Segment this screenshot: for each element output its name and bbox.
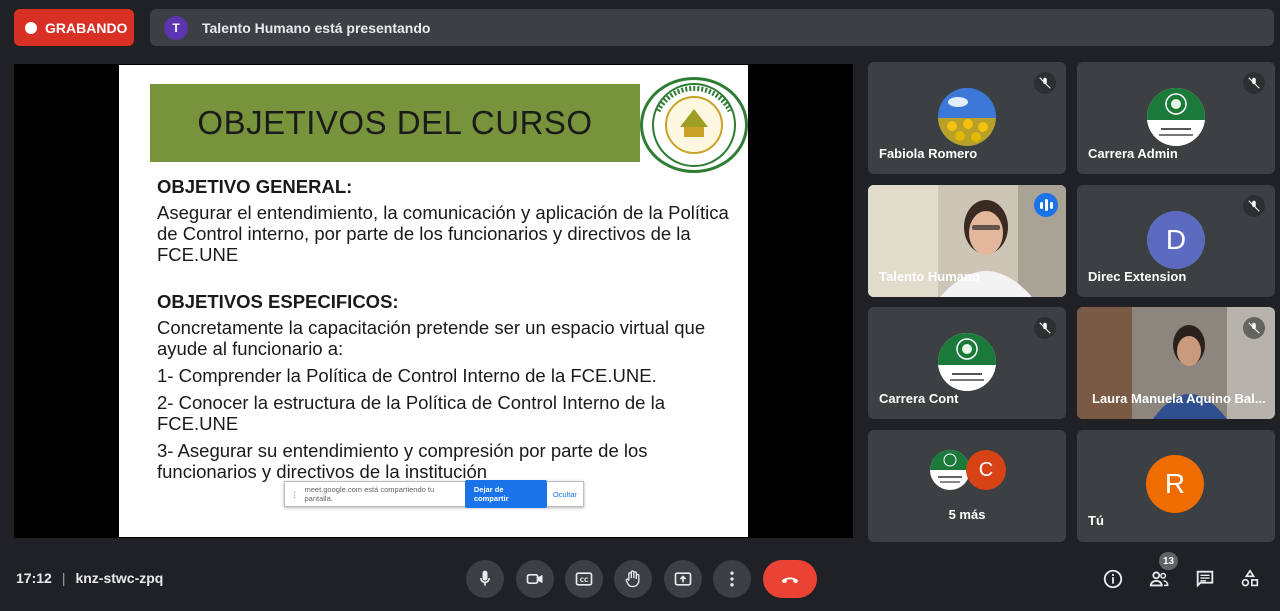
more-options-button[interactable] [713,560,751,598]
sunflower-photo-icon [938,88,996,146]
objective-item: 3- Asegurar su entendimiento y compresió… [157,440,648,482]
captions-icon: CC [575,572,593,586]
separator: | [61,570,66,586]
hide-notice-button[interactable]: Ocultar [553,490,577,499]
avatar: D [1147,211,1205,269]
participant-name: Carrera Admin [1088,146,1178,161]
avatar [930,450,970,490]
avatar [938,88,996,146]
participant-name: Laura Manuela Aquino Bal... [1092,391,1266,406]
objective-item: 2- Conocer la estructura de la Política … [157,392,666,434]
self-tile[interactable]: R Tú [1077,430,1275,542]
specific-objectives-intro: Concretamente la capacitación pretende s… [157,317,706,359]
hand-icon [625,570,640,588]
participant-count-badge: 13 [1159,552,1178,570]
record-dot-icon [25,21,37,34]
bottom-controls-bar: 17:12 | knz-stwc-zpq CC [0,548,1280,611]
recording-indicator[interactable]: GRABANDO [14,9,134,46]
participant-name: Tú [1088,513,1104,528]
avatar [938,333,996,391]
meeting-info: 17:12 | knz-stwc-zpq [16,570,163,586]
slide-body: OBJETIVO GENERAL: Asegurar el entendimie… [157,176,737,488]
presenter-avatar: T [164,15,188,40]
objective-item: 1- Comprender la Política de Control Int… [157,365,657,386]
slide-title: OBJETIVOS DEL CURSO [197,104,593,141]
specific-objectives-heading: OBJETIVOS ESPECIFICOS: [157,291,399,312]
participant-name: Talento Humano [879,269,980,284]
meeting-details-button[interactable] [1101,567,1125,591]
raise-hand-button[interactable] [614,560,652,598]
stop-sharing-button[interactable]: Dejar de compartir [464,480,547,508]
participant-name: Carrera Cont [879,391,959,406]
faculty-logo-icon [938,333,996,391]
participant-tile[interactable]: D Direc Extension [1077,185,1275,297]
participant-name: Fabiola Romero [879,146,978,161]
current-time: 17:12 [16,570,52,586]
slide-title-band: OBJETIVOS DEL CURSO [150,84,640,162]
presenting-message: Talento Humano está presentando [202,19,431,36]
leave-call-button[interactable] [763,560,817,598]
info-icon [1103,569,1123,589]
university-seal-logo [640,77,748,173]
participant-tile[interactable]: Carrera Cont [868,307,1066,419]
presenting-banner: T Talento Humano está presentando [150,9,1274,46]
participant-tile[interactable]: Fabiola Romero [868,62,1066,174]
general-objective-heading: OBJETIVO GENERAL: [157,176,353,197]
seal-graphic-icon [652,83,736,167]
activities-button[interactable] [1238,567,1262,591]
participants-button[interactable] [1147,567,1171,591]
present-screen-icon [674,572,692,586]
faculty-logo-icon [930,450,970,483]
recording-label: GRABANDO [45,19,128,36]
people-icon [1149,571,1169,587]
chat-button[interactable] [1193,567,1217,591]
mic-off-icon [1243,195,1265,217]
participant-name: Direc Extension [1088,269,1187,284]
camera-button[interactable] [516,560,554,598]
camera-icon [526,574,543,584]
faculty-logo-icon [1147,88,1205,146]
captions-button[interactable]: CC [565,560,603,598]
avatar: R [1146,455,1204,513]
drag-handle-icon[interactable]: ⋮ [291,490,299,499]
avatar: C [966,450,1006,490]
sharing-notice-text: meet.google.com está compartiendo tu pan… [304,485,435,503]
activities-icon [1241,569,1259,587]
more-participants-tile[interactable]: C 5 más [868,430,1066,542]
general-objective-text: Asegurar el entendimiento, la comunicaci… [157,202,729,265]
chat-icon [1196,570,1214,588]
participant-tile[interactable]: Carrera Admin [1077,62,1275,174]
more-vert-icon [730,571,734,587]
screen-sharing-notice: ⋮ meet.google.com está compartiendo tu p… [284,480,584,508]
svg-text:CC: CC [580,578,589,584]
participant-tile-active[interactable]: Talento Humano [868,185,1066,297]
shared-slide: OBJETIVOS DEL CURSO OBJETIVO GENERAL: As… [119,65,748,537]
hang-up-icon [781,577,799,584]
avatar [1147,88,1205,146]
participant-tile[interactable]: Laura Manuela Aquino Bal... [1077,307,1275,419]
speaking-indicator-icon [1034,193,1058,217]
more-participants-label: 5 más [948,507,986,522]
mic-off-icon [1243,317,1265,339]
microphone-icon [480,570,490,586]
present-screen-button[interactable] [664,560,702,598]
mic-off-icon [1034,317,1056,339]
mic-off-icon [1034,72,1056,94]
presentation-stage: OBJETIVOS DEL CURSO OBJETIVO GENERAL: As… [14,64,853,538]
microphone-button[interactable] [466,560,504,598]
mic-off-icon [1243,72,1265,94]
meeting-code[interactable]: knz-stwc-zpq [75,570,163,586]
